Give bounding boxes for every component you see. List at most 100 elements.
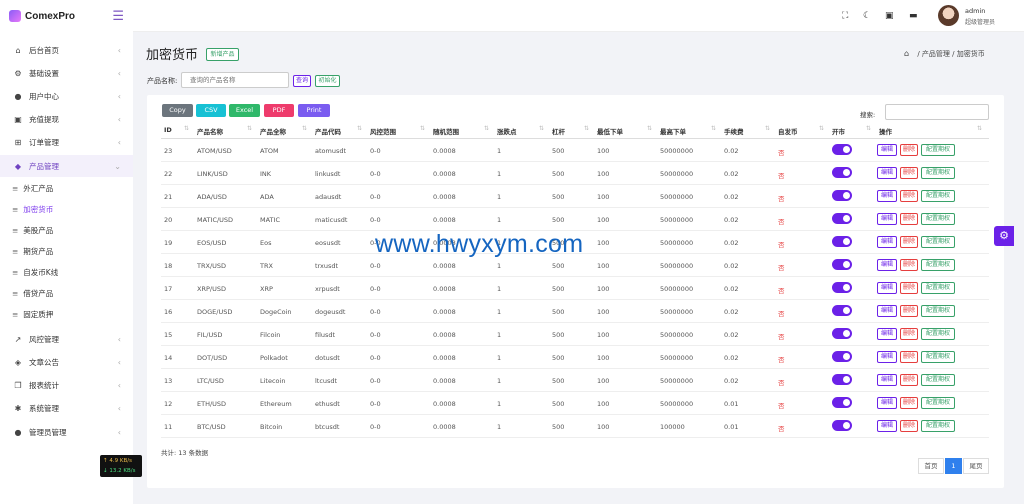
sort-icon[interactable]: ⇅: [819, 125, 824, 132]
market-open-toggle[interactable]: [832, 213, 852, 224]
configure-options-button[interactable]: 配置期权: [921, 328, 955, 340]
delete-button[interactable]: 删除: [900, 167, 918, 179]
delete-button[interactable]: 删除: [900, 213, 918, 225]
configure-options-button[interactable]: 配置期权: [921, 213, 955, 225]
market-open-toggle[interactable]: [832, 282, 852, 293]
column-header[interactable]: 最低下单: [597, 126, 623, 136]
export-copy-button[interactable]: Copy: [162, 104, 193, 117]
moon-icon[interactable]: ☾: [863, 11, 871, 21]
settings-gear-icon[interactable]: ⚙: [994, 226, 1014, 246]
edit-button[interactable]: 编辑: [877, 397, 897, 409]
edit-button[interactable]: 编辑: [877, 420, 897, 432]
column-header[interactable]: 随机范围: [433, 126, 459, 136]
sidebar-item-deposit-withdraw[interactable]: ▣ 充值提现 ‹: [0, 108, 133, 130]
column-header[interactable]: 涨跌点: [497, 126, 517, 136]
fullscreen-icon[interactable]: ⛶: [842, 11, 848, 21]
sort-icon[interactable]: ⇅: [302, 125, 307, 132]
sidebar-item-risk[interactable]: ↗ 风控管理 ‹: [0, 328, 133, 350]
edit-button[interactable]: 编辑: [877, 167, 897, 179]
sidebar-item-system[interactable]: ✱ 系统管理 ‹: [0, 397, 133, 419]
reset-button[interactable]: 初始化: [315, 75, 340, 87]
sidebar-subitem-us-stocks[interactable]: ≡ 美股产品: [0, 220, 133, 241]
chat-icon[interactable]: ▬: [909, 11, 918, 21]
edit-button[interactable]: 编辑: [877, 351, 897, 363]
market-open-toggle[interactable]: [832, 420, 852, 431]
sidebar-item-home[interactable]: ⌂ 后台首页 ‹: [0, 39, 133, 61]
column-header[interactable]: 操作: [879, 126, 892, 136]
delete-button[interactable]: 删除: [900, 259, 918, 271]
configure-options-button[interactable]: 配置期权: [921, 236, 955, 248]
page-1-button[interactable]: 1: [945, 458, 962, 474]
column-header[interactable]: 风控范围: [370, 126, 396, 136]
configure-options-button[interactable]: 配置期权: [921, 144, 955, 156]
sidebar-subitem-kline[interactable]: ≡ 自发币K线: [0, 262, 133, 283]
delete-button[interactable]: 删除: [900, 328, 918, 340]
sidebar-item-orders[interactable]: ⊞ 订单管理 ‹: [0, 131, 133, 153]
configure-options-button[interactable]: 配置期权: [921, 190, 955, 202]
sidebar-subitem-futures[interactable]: ≡ 期货产品: [0, 241, 133, 262]
sort-icon[interactable]: ⇅: [484, 125, 489, 132]
delete-button[interactable]: 删除: [900, 236, 918, 248]
sort-icon[interactable]: ⇅: [647, 125, 652, 132]
market-open-toggle[interactable]: [832, 351, 852, 362]
column-header[interactable]: 产品代码: [315, 126, 341, 136]
edit-button[interactable]: 编辑: [877, 305, 897, 317]
delete-button[interactable]: 删除: [900, 282, 918, 294]
column-header[interactable]: 产品全称: [260, 126, 286, 136]
sort-icon[interactable]: ⇅: [866, 125, 871, 132]
delete-button[interactable]: 删除: [900, 420, 918, 432]
hamburger-icon[interactable]: ☰: [112, 10, 124, 23]
search-button[interactable]: 查询: [293, 75, 311, 87]
edit-button[interactable]: 编辑: [877, 236, 897, 248]
add-product-button[interactable]: 新增产品: [206, 48, 239, 61]
sidebar-item-products[interactable]: ◆ 产品管理 ⌄: [0, 155, 133, 177]
sidebar-subitem-staking[interactable]: ≡ 固定质押: [0, 304, 133, 325]
sort-icon[interactable]: ⇅: [539, 125, 544, 132]
edit-button[interactable]: 编辑: [877, 190, 897, 202]
market-open-toggle[interactable]: [832, 305, 852, 316]
sort-icon[interactable]: ⇅: [247, 125, 252, 132]
edit-button[interactable]: 编辑: [877, 328, 897, 340]
configure-options-button[interactable]: 配置期权: [921, 397, 955, 409]
sidebar-subitem-loans[interactable]: ≡ 借贷产品: [0, 283, 133, 304]
sidebar-item-reports[interactable]: ❐ 报表统计 ‹: [0, 374, 133, 396]
market-open-toggle[interactable]: [832, 236, 852, 247]
export-excel-button[interactable]: Excel: [229, 104, 260, 117]
sidebar-item-user-center[interactable]: ● 用户中心 ‹: [0, 85, 133, 107]
configure-options-button[interactable]: 配置期权: [921, 305, 955, 317]
market-open-toggle[interactable]: [832, 190, 852, 201]
sort-icon[interactable]: ⇅: [184, 125, 189, 132]
sidebar-item-basic-settings[interactable]: ⚙ 基础设置 ‹: [0, 62, 133, 84]
sidebar-item-articles[interactable]: ◈ 文章公告 ‹: [0, 351, 133, 373]
last-page-button[interactable]: 尾页: [963, 458, 989, 474]
delete-button[interactable]: 删除: [900, 190, 918, 202]
sort-icon[interactable]: ⇅: [711, 125, 716, 132]
breadcrumb-parent[interactable]: 产品管理: [922, 50, 950, 58]
delete-button[interactable]: 删除: [900, 305, 918, 317]
delete-button[interactable]: 删除: [900, 397, 918, 409]
sort-icon[interactable]: ⇅: [584, 125, 589, 132]
column-header[interactable]: 自发币: [778, 126, 798, 136]
table-search-input[interactable]: [885, 104, 989, 120]
column-header[interactable]: 杠杆: [552, 126, 565, 136]
export-print-button[interactable]: Print: [298, 104, 330, 117]
image-icon[interactable]: ▣: [885, 11, 894, 21]
market-open-toggle[interactable]: [832, 259, 852, 270]
delete-button[interactable]: 删除: [900, 374, 918, 386]
sort-icon[interactable]: ⇅: [977, 125, 982, 132]
export-csv-button[interactable]: CSV: [196, 104, 226, 117]
configure-options-button[interactable]: 配置期权: [921, 351, 955, 363]
edit-button[interactable]: 编辑: [877, 213, 897, 225]
column-header[interactable]: 开市: [832, 126, 845, 136]
edit-button[interactable]: 编辑: [877, 259, 897, 271]
column-header[interactable]: 手续费: [724, 126, 744, 136]
configure-options-button[interactable]: 配置期权: [921, 259, 955, 271]
delete-button[interactable]: 删除: [900, 351, 918, 363]
sidebar-subitem-crypto[interactable]: ≡ 加密货币: [0, 199, 133, 220]
column-header[interactable]: 最高下单: [660, 126, 686, 136]
market-open-toggle[interactable]: [832, 167, 852, 178]
sidebar-item-admins[interactable]: ● 管理员管理 ‹: [0, 421, 133, 443]
edit-button[interactable]: 编辑: [877, 144, 897, 156]
configure-options-button[interactable]: 配置期权: [921, 167, 955, 179]
export-pdf-button[interactable]: PDF: [264, 104, 294, 117]
